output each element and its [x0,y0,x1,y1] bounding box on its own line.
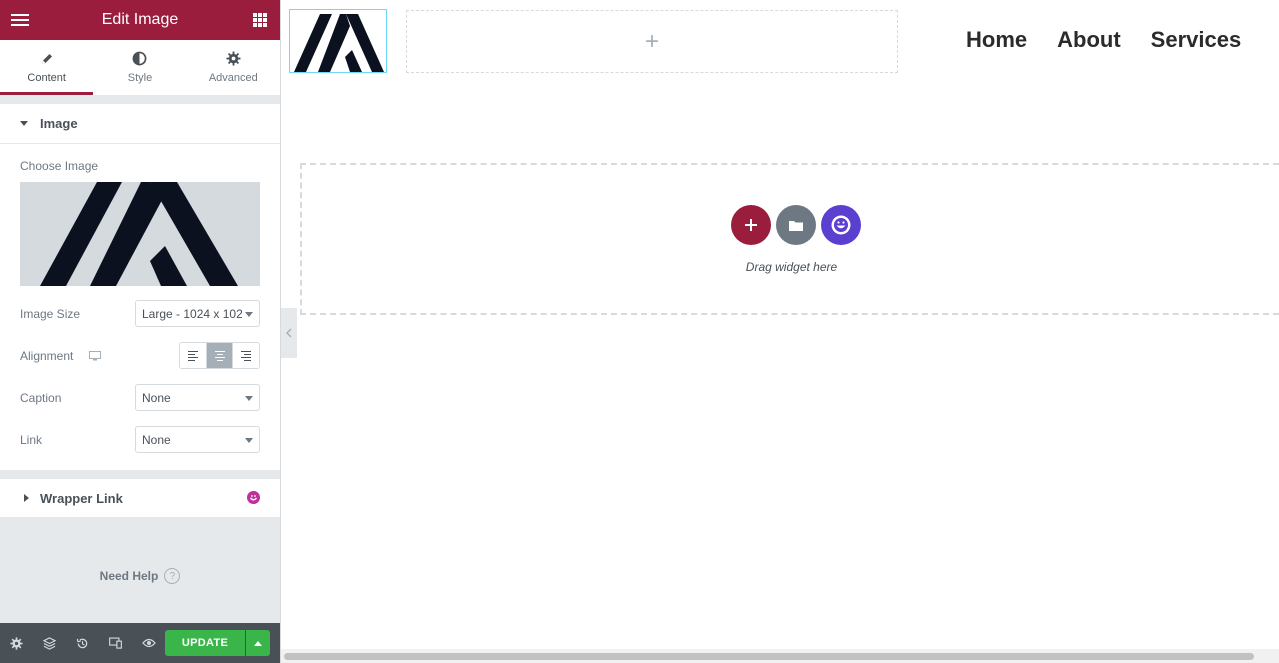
collapse-panel-button[interactable] [281,308,297,358]
update-options-button[interactable] [246,630,270,656]
caption-label: Caption [20,390,62,405]
settings-icon[interactable] [0,623,33,663]
link-control: Link None [20,426,260,453]
question-circle-icon: ? [164,568,181,584]
caret-right-icon [24,494,29,502]
history-icon[interactable] [66,623,99,663]
image-size-control: Image Size Large - 1024 x 1024 [20,300,260,327]
logo-icon [294,14,384,72]
align-right-button[interactable] [233,343,259,368]
image-size-select[interactable]: Large - 1024 x 1024 [135,300,260,327]
align-right-icon [241,350,252,361]
alignment-label: Alignment [20,348,74,363]
align-center-icon [214,350,225,361]
panel-title: Edit Image [101,11,179,28]
chevron-left-icon [286,328,292,338]
panel-tabs: Content Style Advanced [0,40,280,95]
need-help-link[interactable]: Need Help ? [0,568,280,584]
responsive-icon[interactable] [99,623,132,663]
align-center-button[interactable] [206,343,234,368]
image-section-header[interactable]: Image [0,104,280,144]
folder-icon [789,220,803,231]
caption-control: Caption None [20,384,260,411]
scrollbar-thumb[interactable] [284,653,1254,660]
nav-item-home[interactable]: Home [966,27,1027,53]
nav-item-about[interactable]: About [1057,27,1121,53]
chevron-down-icon [245,396,253,401]
tab-content-label: Content [27,71,66,84]
caption-value: None [142,390,171,405]
horizontal-scrollbar[interactable] [281,649,1279,663]
editor-panel: Edit Image Content Style Advanced Image … [0,0,280,663]
add-section-button[interactable] [731,205,771,245]
pencil-icon [40,51,54,67]
image-section: Image Choose Image Image Size Large - 10… [0,104,280,470]
selected-logo-image[interactable] [289,9,387,73]
chevron-down-icon [245,438,253,443]
panel-footer: UPDATE [0,623,280,663]
tab-style[interactable]: Style [93,40,186,95]
hamburger-menu-icon[interactable] [11,11,29,29]
panel-header: Edit Image [0,0,280,40]
site-navigation: Home About Services [966,27,1241,53]
addon-badge-icon [247,491,260,504]
desktop-responsive-icon[interactable] [89,350,102,361]
image-size-label: Image Size [20,306,81,321]
wrapper-link-title: Wrapper Link [40,490,123,506]
drop-zone-actions [731,205,861,245]
link-label: Link [20,432,43,447]
choose-image-label: Choose Image [20,159,99,173]
image-chooser-preview[interactable] [20,182,260,286]
need-help-label: Need Help [99,569,159,583]
tab-advanced[interactable]: Advanced [187,40,280,95]
link-value: None [142,432,171,447]
contrast-icon [132,51,147,67]
tab-content[interactable]: Content [0,40,94,95]
widgets-grid-icon[interactable] [253,13,267,27]
plus-icon: + [644,27,659,55]
tab-style-label: Style [127,71,153,84]
preview-eye-icon[interactable] [132,623,165,663]
drop-zone-text: Drag widget here [745,260,838,274]
alignment-control: Alignment [20,342,260,369]
logo-image-icon [40,182,238,286]
link-select[interactable]: None [135,426,260,453]
wrapper-link-section-header[interactable]: Wrapper Link [0,479,280,517]
chevron-down-icon [245,312,253,317]
caret-up-icon [254,640,262,646]
wrapper-link-section: Wrapper Link [0,479,280,517]
gear-icon [226,51,241,67]
section-separator [0,470,280,479]
alignment-button-group [179,342,260,369]
caret-down-icon [20,121,28,126]
update-button[interactable]: UPDATE [165,630,245,656]
smiley-addon-icon [831,215,851,235]
image-section-title: Image [40,116,78,131]
add-template-button[interactable] [776,205,816,245]
widget-drop-zone[interactable]: Drag widget here [300,163,1279,315]
align-left-button[interactable] [180,343,207,368]
kit-library-button[interactable] [821,205,861,245]
align-left-icon [187,350,198,361]
empty-column-placeholder[interactable]: + [406,10,898,73]
image-size-value: Large - 1024 x 1024 [142,306,242,321]
section-separator [0,95,280,104]
nav-item-services[interactable]: Services [1151,27,1242,53]
layers-icon[interactable] [33,623,66,663]
tab-advanced-label: Advanced [208,71,258,84]
plus-icon [745,219,757,231]
caption-select[interactable]: None [135,384,260,411]
